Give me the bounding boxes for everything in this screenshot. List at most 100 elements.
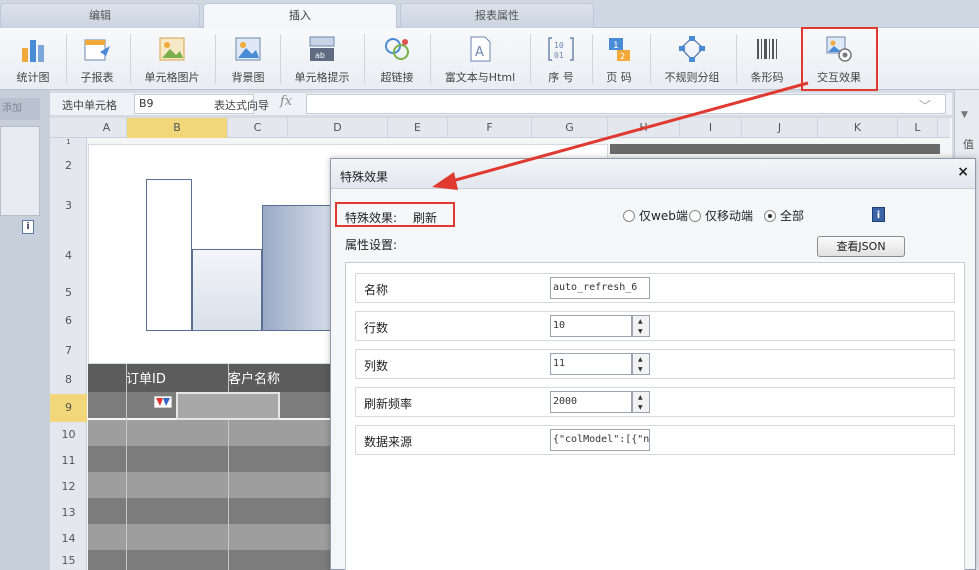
selected-cell[interactable] <box>176 392 280 420</box>
row-header[interactable]: 10 <box>50 422 87 448</box>
column-header[interactable]: K <box>818 118 898 138</box>
radio-all[interactable]: 全部 <box>764 207 804 223</box>
row-header[interactable]: 14 <box>50 526 87 552</box>
chevron-down-icon[interactable]: ﹀ <box>919 97 931 114</box>
refresh-rate-stepper[interactable]: ▲ ▼ <box>632 391 650 413</box>
svg-text:10: 10 <box>554 41 564 50</box>
toolbar-separator <box>130 34 131 84</box>
tab-edit[interactable]: 编辑 <box>0 3 200 28</box>
formula-bar: 选中单元格 B9 表达式向导 fx ﹀ <box>50 93 952 115</box>
column-header[interactable]: A <box>87 118 127 138</box>
row-header[interactable]: 1 <box>50 138 87 146</box>
chevron-down-icon[interactable]: ▼ <box>638 366 643 373</box>
radio-circle-icon[interactable] <box>689 210 701 222</box>
background-image-button[interactable]: 背景图 <box>222 31 274 87</box>
columns-stepper[interactable]: ▲ ▼ <box>632 353 650 375</box>
statistic-chart-button[interactable]: 统计图 <box>8 31 58 87</box>
tab-report-properties[interactable]: 报表属性 <box>400 3 594 28</box>
irregular-group-icon <box>679 36 705 62</box>
barcode-button[interactable]: 条形码 <box>742 31 792 87</box>
cell-flag-icon <box>154 396 172 408</box>
row-header[interactable]: 4 <box>50 226 87 286</box>
dark-column-band <box>610 144 940 154</box>
radio-web-only[interactable]: 仅web端 <box>623 207 688 223</box>
header-order-id[interactable]: 订单ID <box>126 368 166 387</box>
row-header[interactable]: 13 <box>50 500 87 526</box>
column-header[interactable]: D <box>288 118 388 138</box>
row-header-bar: 1 2 3 4 5 6 7 8 9 10 11 12 13 14 15 <box>50 138 87 570</box>
rich-text-html-button[interactable]: A 富文本与Html <box>436 31 524 87</box>
column-header[interactable]: F <box>448 118 532 138</box>
radio-label: 全部 <box>780 209 805 223</box>
radio-mobile-only[interactable]: 仅移动端 <box>689 207 753 223</box>
effect-label: 特殊效果: <box>345 211 398 225</box>
row-header[interactable]: 6 <box>50 308 87 334</box>
cell-tooltip-button[interactable]: ab 单元格提示 <box>287 31 357 87</box>
sequence-button[interactable]: 10 01 序 号 <box>536 31 586 87</box>
row-header[interactable]: 15 <box>50 552 87 570</box>
property-label: 刷新频率 <box>364 397 413 411</box>
toolbar-separator <box>592 34 593 84</box>
radio-label: 仅移动端 <box>705 209 754 223</box>
left-pane: 添加 i <box>0 90 50 570</box>
page-number-label: 页 码 <box>606 71 632 84</box>
cell-image-button[interactable]: 单元格图片 <box>136 31 208 87</box>
header-customer-name[interactable]: 客户名称 <box>228 368 280 387</box>
column-header[interactable]: C <box>228 118 288 138</box>
row-header[interactable]: 5 <box>50 286 87 300</box>
svg-text:1: 1 <box>613 41 619 51</box>
chevron-up-icon[interactable]: ▲ <box>638 394 643 401</box>
formula-input[interactable]: ﹀ <box>306 94 946 114</box>
irregular-group-button[interactable]: 不规则分组 <box>656 31 728 87</box>
info-icon[interactable]: i <box>872 207 885 222</box>
sequence-label: 序 号 <box>548 71 574 84</box>
row-header[interactable]: 8 <box>50 366 87 394</box>
chevron-up-icon[interactable]: ▲ <box>638 318 643 325</box>
row-header[interactable]: 12 <box>50 474 87 500</box>
row-header[interactable]: 11 <box>50 448 87 474</box>
name-input[interactable]: auto_refresh_6 <box>550 277 650 299</box>
subreport-button[interactable]: 子报表 <box>72 31 122 87</box>
background-image-icon <box>235 37 261 61</box>
column-header[interactable]: J <box>742 118 818 138</box>
column-header[interactable]: G <box>532 118 608 138</box>
hyperlink-button[interactable]: 超链接 <box>372 31 422 87</box>
toolbar-separator <box>364 34 365 84</box>
column-header[interactable]: L <box>898 118 938 138</box>
left-add-button[interactable]: 添加 <box>0 98 40 120</box>
column-header[interactable]: B <box>127 118 228 138</box>
chevron-down-icon[interactable]: ▼ <box>638 404 643 411</box>
radio-circle-icon[interactable] <box>623 210 635 222</box>
row-header[interactable]: 7 <box>50 338 87 364</box>
chart-bar <box>146 179 192 331</box>
left-info-icon[interactable]: i <box>22 220 34 234</box>
dialog-titlebar[interactable]: 特殊效果 × <box>331 159 975 189</box>
expression-wizard-label[interactable]: 表达式向导 <box>214 97 269 113</box>
row-header[interactable]: 2 <box>50 146 87 186</box>
radio-checked-icon[interactable] <box>764 210 776 222</box>
right-panel-value-label: 值 <box>963 138 974 151</box>
view-json-button[interactable]: 查看JSON <box>817 236 905 257</box>
rows-input[interactable]: 10 <box>550 315 632 337</box>
fx-icon[interactable]: fx <box>280 94 292 109</box>
property-label: 行数 <box>364 321 389 335</box>
data-source-input[interactable]: {"colModel":[{"na <box>550 429 650 451</box>
cell-image-icon <box>159 37 185 61</box>
columns-input[interactable]: 11 <box>550 353 632 375</box>
chevron-down-icon[interactable]: ▼ <box>638 328 643 335</box>
column-header[interactable]: H <box>608 118 680 138</box>
row-header[interactable]: 3 <box>50 186 87 226</box>
chevron-down-icon[interactable]: ▼ <box>961 110 968 120</box>
column-header[interactable]: E <box>388 118 448 138</box>
rows-stepper[interactable]: ▲ ▼ <box>632 315 650 337</box>
page-number-button[interactable]: 12 页 码 <box>596 31 642 87</box>
tab-insert[interactable]: 插入 <box>203 3 397 29</box>
toolbar-separator <box>280 34 281 84</box>
barcode-icon <box>757 39 777 59</box>
row-header[interactable]: 9 <box>50 394 87 422</box>
column-header[interactable]: I <box>680 118 742 138</box>
refresh-rate-input[interactable]: 2000 <box>550 391 632 413</box>
chevron-up-icon[interactable]: ▲ <box>638 356 643 363</box>
close-icon[interactable]: × <box>957 164 969 180</box>
toolbar-separator <box>736 34 737 84</box>
